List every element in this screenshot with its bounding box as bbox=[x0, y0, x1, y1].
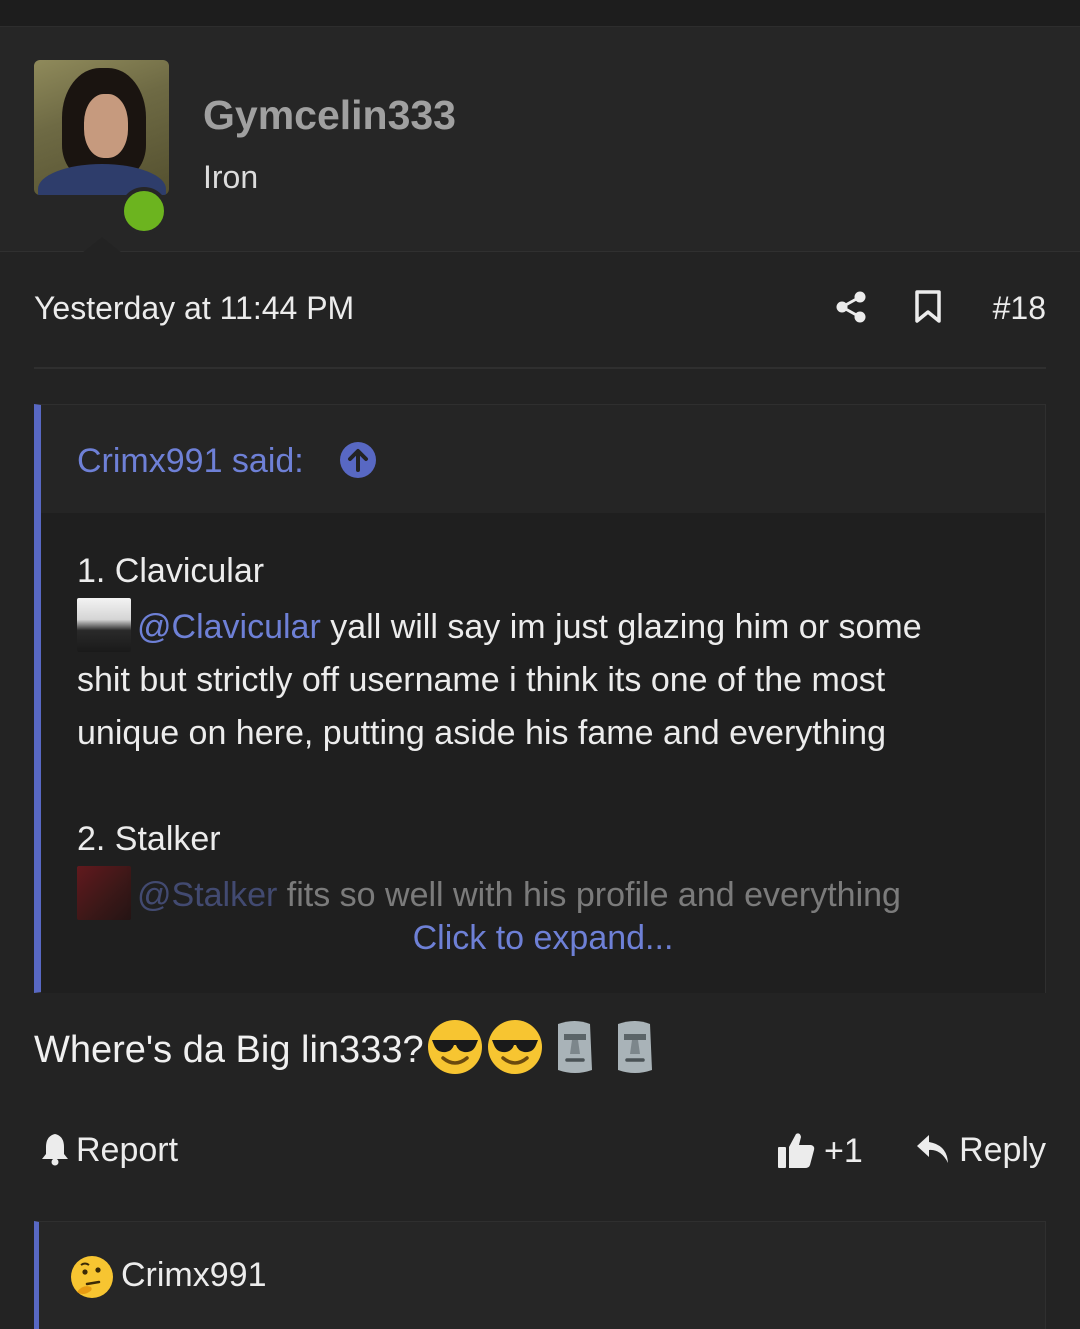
quote-author-link[interactable]: Crimx991 said: bbox=[77, 441, 304, 481]
post-timestamp[interactable]: Yesterday at 11:44 PM bbox=[34, 288, 354, 328]
quote-item-1-line-1: @Clavicular yall will say im just glazin… bbox=[77, 598, 1027, 654]
quote-item-1-title: 1. Clavicular bbox=[77, 552, 265, 590]
like-button[interactable]: +1 bbox=[776, 1130, 863, 1171]
bookmark-icon[interactable] bbox=[914, 290, 942, 324]
quote-block: Crimx991 said: 1. Clavicular @Clavicular… bbox=[34, 404, 1046, 993]
post-actions: Report +1 Reply bbox=[34, 1124, 1046, 1178]
thinking-face-icon bbox=[71, 1256, 113, 1298]
username-link[interactable]: Gymcelin333 bbox=[203, 91, 456, 139]
quote-body: 1. Clavicular @Clavicular yall will say … bbox=[41, 513, 1045, 993]
reply-button[interactable]: Reply bbox=[915, 1130, 1046, 1170]
top-bar bbox=[0, 0, 1080, 27]
post-message-text: Where's da Big lin333? bbox=[34, 1029, 424, 1071]
quote-item-1-line-2: shit but strictly off username i think i… bbox=[77, 661, 886, 699]
report-label: Report bbox=[76, 1131, 179, 1169]
post-message: Where's da Big lin333? bbox=[34, 1018, 1046, 1082]
reaction-user-link[interactable]: Crimx991 bbox=[121, 1255, 266, 1295]
post-user-block: Gymcelin333 Iron bbox=[0, 27, 1080, 253]
quote-item-2-line-1: @Stalker fits so well with his profile a… bbox=[77, 866, 1027, 922]
quote-text: 1. Clavicular @Clavicular yall will say … bbox=[77, 545, 1027, 922]
user-rank: Iron bbox=[203, 159, 259, 195]
online-status-indicator bbox=[120, 187, 168, 235]
post-meta: Yesterday at 11:44 PM #18 bbox=[34, 284, 1046, 332]
sunglasses-emoji-icon bbox=[487, 1020, 542, 1074]
clavicular-mini-avatar[interactable] bbox=[77, 598, 131, 652]
thumbs-up-icon bbox=[778, 1133, 815, 1168]
moai-emoji-icon bbox=[557, 1021, 592, 1073]
sunglasses-emoji-icon bbox=[427, 1020, 482, 1074]
stalker-mini-avatar[interactable] bbox=[77, 866, 131, 920]
avatar-face bbox=[84, 94, 128, 158]
share-icon[interactable] bbox=[834, 290, 868, 324]
moai-emoji-icon bbox=[617, 1021, 652, 1073]
forum-post-page: Gymcelin333 Iron Yesterday at 11:44 PM #… bbox=[0, 0, 1080, 1329]
quote-blank-line bbox=[77, 760, 1027, 813]
quote-item-1-text-a: yall will say im just glazing him or som… bbox=[320, 608, 922, 646]
report-button[interactable]: Report bbox=[40, 1130, 178, 1170]
user-block-arrow bbox=[82, 237, 122, 253]
mention-stalker[interactable]: @Stalker bbox=[137, 876, 277, 914]
reactions-block[interactable]: Crimx991 bbox=[34, 1221, 1046, 1329]
mention-clavicular[interactable]: @Clavicular bbox=[137, 608, 321, 646]
bell-icon bbox=[42, 1134, 68, 1166]
click-to-expand-link[interactable]: Click to expand... bbox=[41, 918, 1045, 958]
quote-header: Crimx991 said: bbox=[41, 405, 1045, 513]
post-number-link[interactable]: #18 bbox=[993, 288, 1046, 328]
jump-to-quote-icon[interactable] bbox=[339, 441, 377, 479]
like-count: +1 bbox=[824, 1132, 863, 1170]
meta-divider bbox=[34, 367, 1046, 369]
quote-item-1-line-3: unique on here, putting aside his fame a… bbox=[77, 714, 886, 752]
user-avatar[interactable] bbox=[34, 60, 169, 195]
quote-item-2-text: fits so well with his profile and everyt… bbox=[277, 876, 901, 914]
reply-arrow-icon bbox=[917, 1135, 949, 1163]
reply-label: Reply bbox=[959, 1131, 1046, 1169]
quote-item-2-title: 2. Stalker bbox=[77, 820, 221, 858]
